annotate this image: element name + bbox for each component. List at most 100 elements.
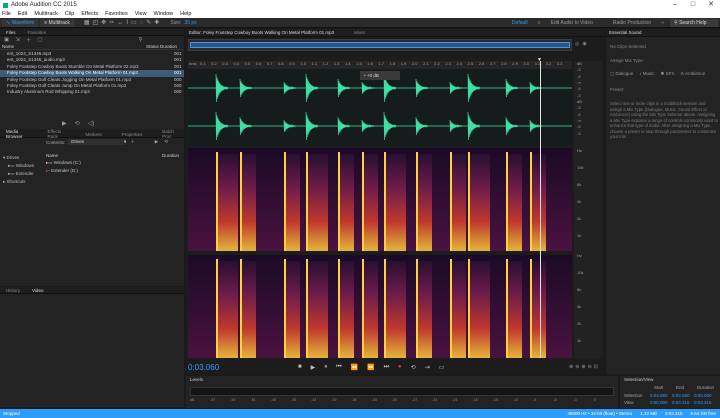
view-duration[interactable]: 0:03.315 (694, 400, 712, 405)
list-item[interactable]: Industry Aluminum Rod Whipping 01.mp3 000 (0, 89, 184, 95)
tab-editor[interactable]: Editor: Foley Footstep Cowboy Boots Walk… (186, 30, 340, 35)
history-tabs: History Video (0, 287, 184, 294)
loop-icon[interactable]: ⟲ (411, 364, 416, 371)
mix-type-ambience[interactable]: ≋ Ambience (680, 71, 705, 77)
menu-file[interactable]: File (2, 11, 11, 17)
tab-favorites[interactable]: Favorites (22, 30, 53, 35)
zoom-full-icon[interactable]: ⊡ (594, 364, 600, 370)
waveform-area[interactable]: ◔ +0 dB (188, 69, 572, 146)
healing-icon[interactable]: ✚ (154, 20, 162, 26)
tab-mixer[interactable]: Mixer (348, 30, 371, 35)
spectral-display-icon[interactable]: ▦ (84, 20, 93, 26)
search-files-icon[interactable]: ⚲ (139, 37, 143, 43)
go-to-start-icon[interactable]: ⏮ (336, 364, 341, 371)
menu-edit[interactable]: Edit (18, 11, 27, 17)
contents-dropdown[interactable]: Drives ▾ (68, 139, 127, 145)
skip-selection-icon[interactable]: ⇥ (425, 364, 430, 371)
tree-drives[interactable]: ▾ Drives (3, 154, 34, 162)
media-browser-play-icon[interactable]: ▶ (155, 139, 158, 145)
media-browser-loop-icon[interactable]: ⟲ (164, 139, 168, 145)
menu-favorites[interactable]: Favorites (105, 11, 128, 17)
slip-tool-icon[interactable]: ↔ (117, 20, 126, 26)
size-value[interactable]: 30 px (184, 20, 196, 26)
waveform-transient (305, 111, 319, 141)
view-end[interactable]: 0:03.315 (672, 400, 690, 405)
loop-preview-icon[interactable]: ⟲ (75, 120, 80, 127)
column-duration[interactable]: Duration (160, 44, 184, 49)
spectral-onset (384, 259, 386, 358)
tab-properties[interactable]: Properties (116, 132, 149, 137)
tab-markers[interactable]: Markers (79, 132, 107, 137)
import-icon[interactable]: ⇲ (15, 37, 20, 43)
workspace-more-icon[interactable]: » (661, 20, 664, 26)
view-start[interactable]: 0:00.000 (650, 400, 668, 405)
selection-start[interactable]: 0:03.060 (650, 393, 668, 398)
menu-view[interactable]: View (135, 11, 147, 17)
waveform-view-button[interactable]: ∿ Waveform (2, 18, 39, 27)
mix-type-dialogue[interactable]: ▢ Dialogue (610, 71, 633, 77)
pitch-display-icon[interactable]: ◰ (93, 20, 102, 26)
menu-effects[interactable]: Effects (81, 11, 98, 17)
spectral-area[interactable] (188, 148, 572, 358)
play-preview-icon[interactable]: ▶ (62, 120, 67, 127)
waveform-transient (337, 116, 351, 136)
stop-icon[interactable]: ■ (298, 364, 302, 370)
current-time[interactable]: 0:03.060 (188, 363, 298, 372)
tab-effects-rack[interactable]: Effects Rack (41, 129, 71, 139)
close-button[interactable]: ✕ (702, 0, 720, 10)
minimize-button[interactable]: – (666, 0, 684, 10)
tab-files[interactable]: Files (0, 30, 22, 35)
fast-forward-icon[interactable]: ⏩ (367, 364, 374, 371)
add-shortcut-icon[interactable]: ＋ (130, 139, 135, 145)
tab-batch-process[interactable]: Batch Proc (156, 129, 184, 139)
tab-history[interactable]: History (0, 288, 26, 293)
tab-essential-sound[interactable]: Essential Sound (606, 30, 648, 35)
tab-video[interactable]: Video (26, 288, 49, 293)
play-icon[interactable]: ▶ (311, 364, 316, 371)
list-item[interactable]: ▸▭ Windows (C:) (46, 159, 182, 167)
column-name[interactable]: Name (2, 44, 146, 49)
time-ruler[interactable]: hms 0.1 0.2 0.3 0.4 0.5 0.6 0.7 0.8 0.9 1.0 1.1 1.2… (188, 61, 572, 69)
column-status[interactable]: Status (146, 44, 160, 49)
menu-multitrack[interactable]: Multitrack (34, 11, 58, 17)
mix-type-sfx[interactable]: ✱ SFX (661, 71, 675, 77)
tree-windows[interactable]: ▸▭ Windows (3, 162, 34, 170)
workspace-edit-audio-to-video[interactable]: Edit Audio to Video (541, 19, 603, 27)
rewind-icon[interactable]: ⏪ (351, 364, 358, 371)
selection-end[interactable]: 0:03.060 (672, 393, 690, 398)
workspace-radio-production[interactable]: Radio Production (603, 19, 661, 27)
overview-range[interactable] (190, 42, 570, 48)
spectral-onset (530, 152, 532, 251)
new-file-icon[interactable]: ＋ (26, 36, 32, 44)
tab-media-browser[interactable]: Media Browser (0, 129, 33, 139)
multitrack-view-button[interactable]: ≡ Multitrack (40, 18, 74, 27)
list-item[interactable]: ▸▪ Extender (D:) (46, 167, 182, 175)
menu-clip[interactable]: Clip (65, 11, 74, 17)
search-help-input[interactable]: ⚲ Search Help (670, 19, 718, 27)
maximize-button[interactable]: □ (684, 0, 702, 10)
tree-shortcuts[interactable]: ▸ Shortcuts (3, 178, 34, 186)
record-icon[interactable]: ● (398, 364, 402, 370)
marquee-icon[interactable]: ▭ (131, 20, 140, 26)
open-file-icon[interactable]: ▣ (4, 37, 9, 43)
tree-extender[interactable]: ▸▭ Extender (3, 170, 34, 178)
hud[interactable]: ◔ +0 dB (360, 71, 400, 80)
workspace-default[interactable]: Default (502, 19, 538, 27)
mix-type-music[interactable]: ♪ Music (639, 71, 654, 77)
time-tick-label: 2.3 (445, 61, 451, 66)
status-bar: Stopped 48000 Hz • 32-bit (float) • Ster… (0, 409, 720, 418)
close-file-icon[interactable]: ▢ (37, 37, 42, 43)
column-duration[interactable]: Duration (162, 153, 182, 159)
amplitude-label: dB (577, 61, 582, 66)
playhead-marker-icon[interactable]: ▼ (537, 57, 542, 63)
autoplay-icon[interactable]: ◁) (88, 120, 95, 127)
zoom-out-icon[interactable]: ◉ (582, 41, 589, 47)
selection-duration[interactable]: 0:00.000 (694, 393, 712, 398)
pause-icon[interactable]: ⏸ (324, 364, 327, 371)
go-to-end-icon[interactable]: ⏭ (384, 364, 389, 371)
menu-help[interactable]: Help (180, 11, 191, 17)
menu-window[interactable]: Window (154, 11, 174, 17)
output-icon[interactable]: ▭ (439, 364, 445, 371)
overview-bar[interactable] (188, 39, 572, 51)
playhead[interactable] (540, 61, 541, 358)
